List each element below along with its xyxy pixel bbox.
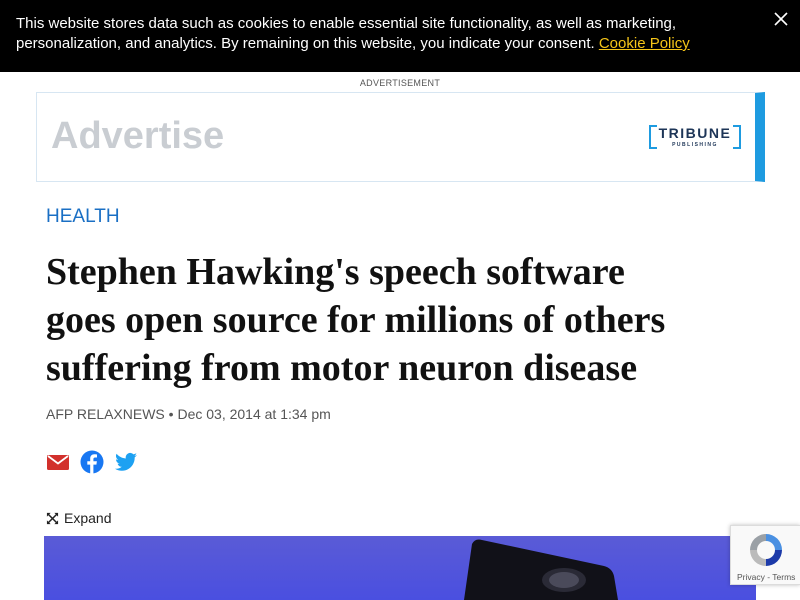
article-headline: Stephen Hawking's speech software goes o… bbox=[46, 248, 746, 392]
privacy-link[interactable]: Privacy bbox=[737, 572, 765, 582]
logo-bracket-right bbox=[733, 125, 741, 149]
facebook-icon[interactable] bbox=[80, 450, 104, 474]
byline: AFP RELAXNEWS • Dec 03, 2014 at 1:34 pm bbox=[46, 406, 331, 422]
byline-separator: • bbox=[164, 406, 178, 422]
close-icon[interactable] bbox=[772, 10, 790, 28]
expand-arrows-icon bbox=[46, 512, 59, 524]
advertisement-banner[interactable]: Advertise TRIBUNE PUBLISHING bbox=[36, 92, 765, 182]
publish-date: Dec 03, 2014 at 1:34 pm bbox=[177, 406, 331, 422]
hero-image-content bbox=[464, 539, 618, 600]
headline-line: Stephen Hawking's speech software bbox=[46, 251, 625, 293]
headline-line: suffering from motor neuron disease bbox=[46, 347, 638, 389]
recaptcha-icon bbox=[750, 534, 782, 566]
headline-line: goes open source for millions of others bbox=[46, 299, 666, 341]
ad-placeholder-text: Advertise bbox=[51, 115, 225, 157]
cookie-policy-link[interactable]: Cookie Policy bbox=[599, 35, 690, 52]
category-link[interactable]: HEALTH bbox=[46, 206, 120, 228]
article-hero-image bbox=[44, 536, 756, 600]
share-bar bbox=[46, 450, 138, 474]
recaptcha-links: Privacy - Terms bbox=[737, 572, 795, 582]
tribune-publishing-logo: TRIBUNE PUBLISHING bbox=[649, 125, 741, 153]
recaptcha-badge[interactable]: Privacy - Terms bbox=[730, 525, 800, 585]
cookie-message: This website stores data such as cookies… bbox=[16, 14, 760, 54]
expand-button[interactable]: Expand bbox=[46, 510, 111, 526]
email-icon[interactable] bbox=[46, 450, 70, 474]
expand-label: Expand bbox=[64, 510, 112, 526]
terms-link[interactable]: Terms bbox=[772, 572, 795, 582]
advertisement-label: ADVERTISEMENT bbox=[359, 78, 441, 88]
cookie-text: This website stores data such as cookies… bbox=[16, 15, 677, 52]
author-link[interactable]: AFP RELAXNEWS bbox=[46, 406, 165, 422]
cookie-banner: This website stores data such as cookies… bbox=[0, 0, 800, 72]
logo-subtitle: PUBLISHING bbox=[672, 142, 718, 148]
twitter-icon[interactable] bbox=[114, 450, 138, 474]
logo-name: TRIBUNE bbox=[658, 125, 732, 141]
